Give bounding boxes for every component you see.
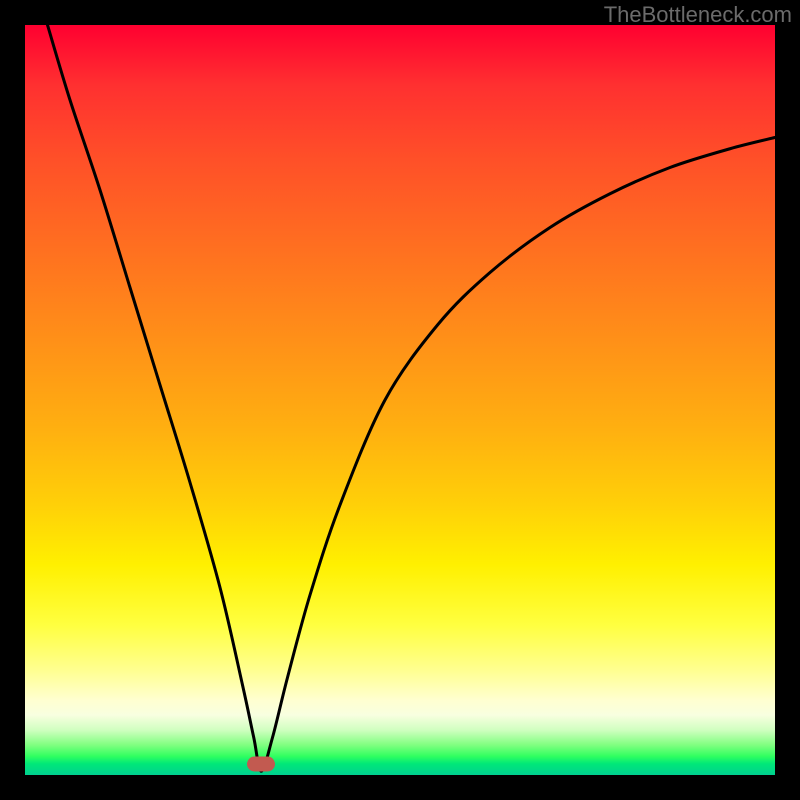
bottleneck-curve <box>25 25 775 775</box>
optimal-marker <box>247 756 275 771</box>
watermark-label: TheBottleneck.com <box>604 2 792 28</box>
plot-area <box>25 25 775 775</box>
